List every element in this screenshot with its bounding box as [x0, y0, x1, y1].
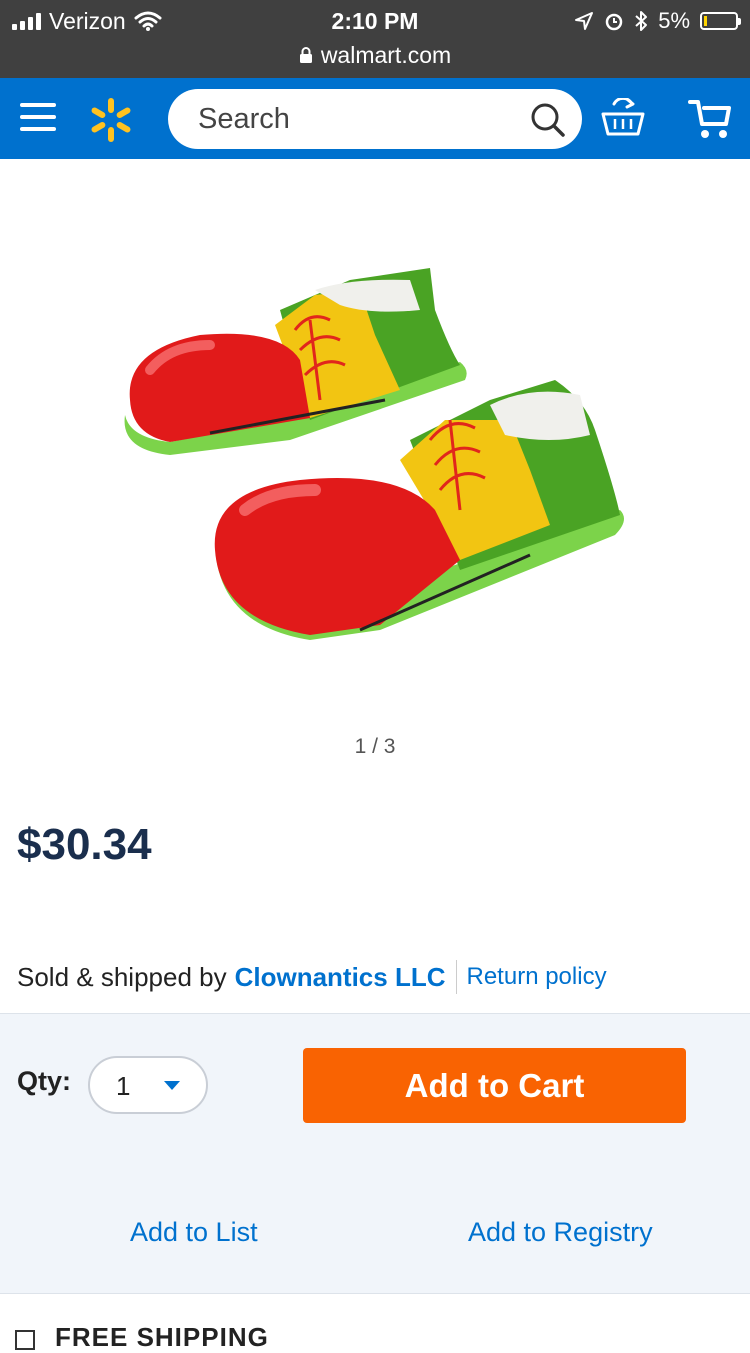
battery-icon — [700, 12, 741, 30]
lock-icon — [299, 47, 312, 63]
menu-icon[interactable] — [20, 103, 56, 135]
product-image[interactable] — [110, 250, 640, 660]
shipping-checkbox-icon — [15, 1330, 35, 1350]
add-to-registry-link[interactable]: Add to Registry — [468, 1217, 653, 1248]
add-to-cart-button[interactable]: Add to Cart — [303, 1048, 686, 1123]
purchase-panel: Qty: 1 Add to Cart Add to List Add to Re… — [0, 1013, 750, 1294]
return-policy-link[interactable]: Return policy — [467, 963, 607, 991]
quantity-select[interactable]: 1 — [88, 1056, 208, 1114]
cart-icon[interactable] — [688, 98, 732, 140]
alarm-icon — [605, 13, 623, 31]
url-bar[interactable]: walmart.com — [0, 40, 750, 70]
walmart-spark-logo[interactable] — [86, 95, 136, 145]
seller-info: Sold & shipped by Clownantics LLC Return… — [17, 958, 607, 996]
qty-value: 1 — [116, 1071, 131, 1101]
sold-by-label: Sold & shipped by — [17, 961, 227, 992]
seller-link[interactable]: Clownantics LLC — [235, 962, 446, 993]
divider — [455, 960, 457, 994]
reorder-basket-icon[interactable] — [600, 98, 646, 138]
search-input[interactable] — [198, 89, 518, 149]
url-text: walmart.com — [320, 41, 452, 68]
add-to-list-link[interactable]: Add to List — [130, 1217, 258, 1248]
status-icons: 5% — [574, 6, 741, 36]
free-shipping-row: FREE SHIPPING — [15, 1322, 269, 1353]
site-header — [0, 78, 750, 159]
qty-label: Qty: — [17, 1066, 71, 1096]
image-pager: 1 / 3 — [354, 735, 396, 758]
battery-percent: 5% — [658, 8, 690, 33]
product-price: $30.34 — [17, 820, 152, 869]
free-shipping-label: FREE SHIPPING — [55, 1322, 269, 1352]
chevron-down-icon — [164, 1081, 180, 1090]
search-bar — [168, 89, 582, 149]
back-shoe — [124, 268, 467, 455]
location-arrow-icon — [575, 12, 594, 30]
status-bar: Verizon 2:10 PM 5% walmart.com — [0, 0, 750, 78]
bluetooth-icon — [635, 11, 648, 31]
search-icon[interactable] — [530, 102, 566, 138]
